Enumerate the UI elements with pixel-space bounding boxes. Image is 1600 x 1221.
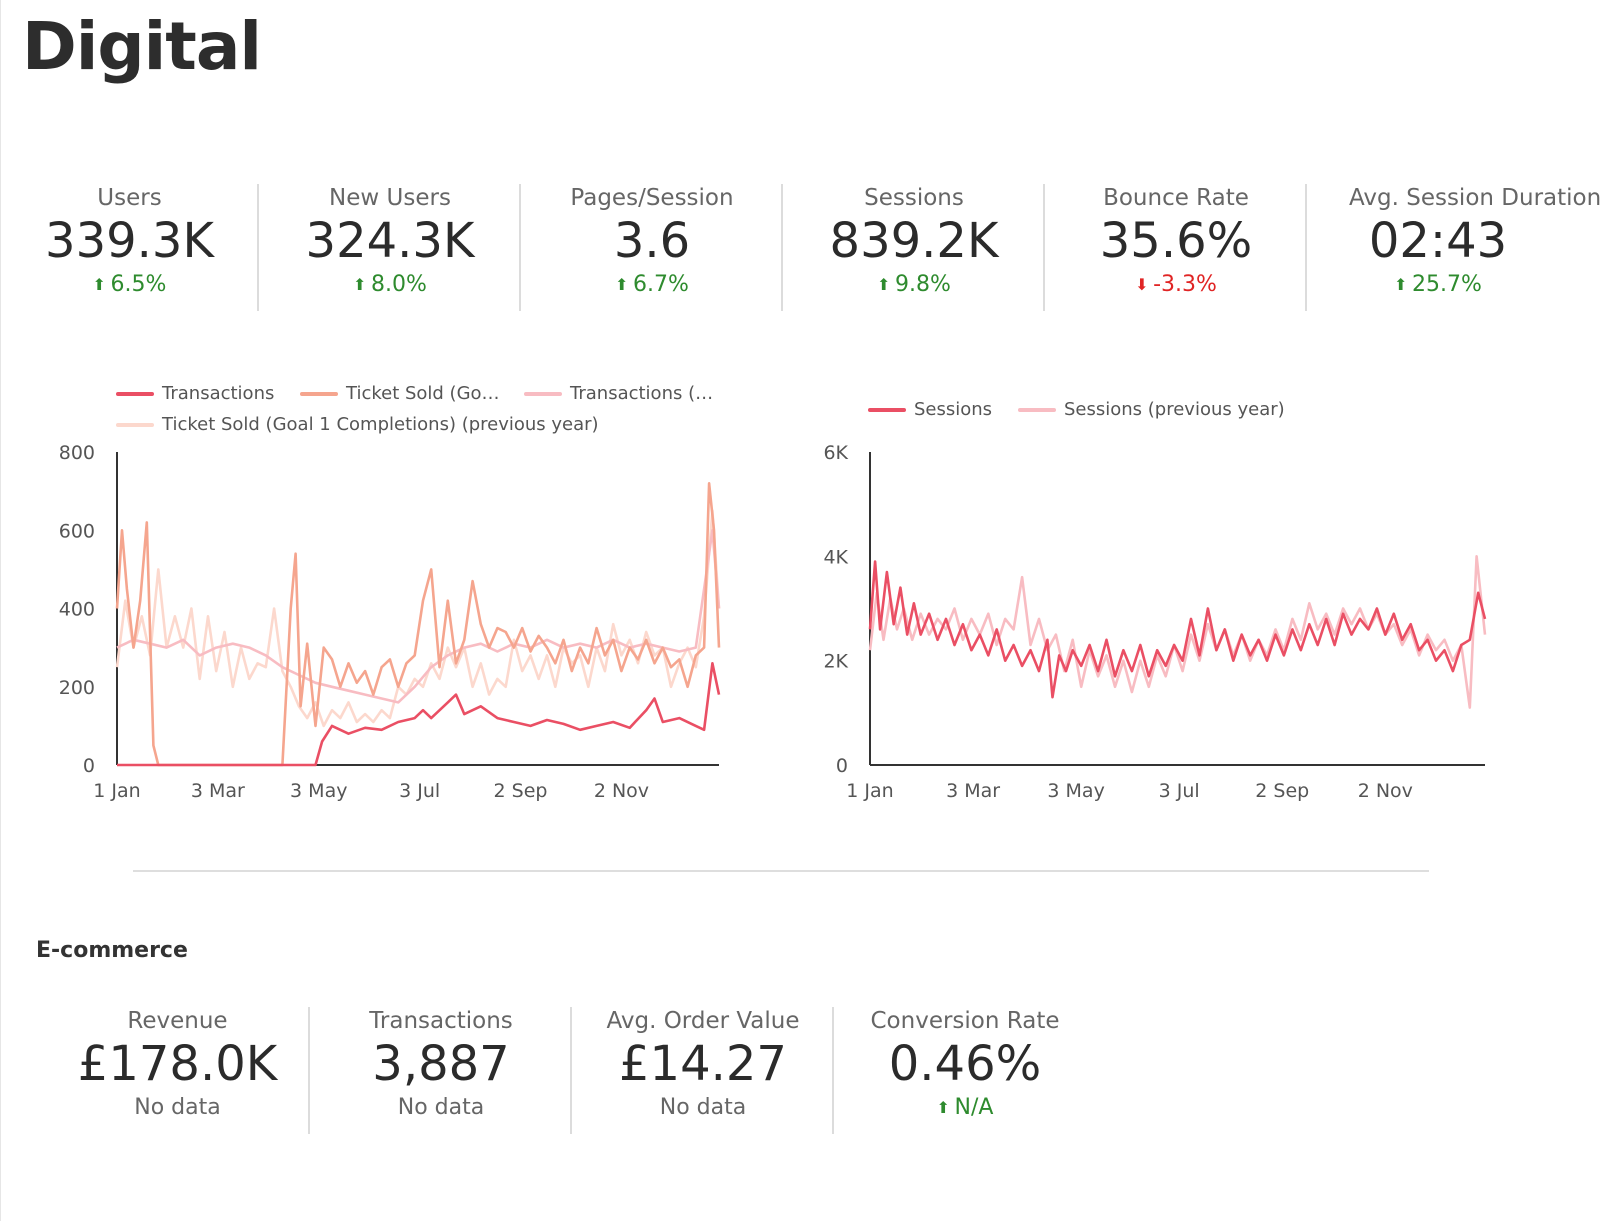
x-tick-label: 3 May [1047, 780, 1104, 802]
x-tick-label: 3 Mar [191, 780, 245, 802]
ecommerce-kpi-row: Revenue £178.0K No data Transactions 3,8… [45, 1007, 1096, 1134]
x-tick-label: 1 Jan [846, 780, 893, 802]
transactions-chart: 0 200 400 600 800 1 Jan 3 Mar 3 May 3 Jul 2 Sep 2 … [59, 442, 721, 802]
x-tick-label: 2 Nov [1358, 780, 1413, 802]
kpi-value: 02:43 [1368, 213, 1508, 269]
kpi-change: ⬆ 6.5% [0, 270, 259, 300]
legend-label: Sessions [914, 399, 993, 420]
series-line [117, 662, 721, 767]
kpi-label: Pages/Session [570, 185, 734, 211]
kpi-label: New Users [329, 185, 451, 211]
legend-item-sessions[interactable]: Sessions [868, 399, 992, 420]
kpi-label: Bounce Rate [1103, 185, 1249, 211]
kpi-revenue: Revenue £178.0K No data [45, 1007, 310, 1134]
arrow-up-icon: ⬆ [92, 275, 106, 294]
kpi-value: 3,887 [372, 1036, 510, 1092]
arrow-down-icon: ⬇ [1135, 275, 1149, 294]
kpi-label: Avg. Session Duration [1349, 185, 1600, 211]
kpi-value: 339.3K [45, 213, 214, 269]
chart-right-legend: Sessions Sessions (previous year) [0, 399, 1600, 429]
kpi-change-value: 25.7% [1412, 272, 1482, 297]
kpi-value: 0.46% [888, 1036, 1042, 1092]
x-tick-label: 2 Nov [594, 780, 649, 802]
legend-swatch [524, 392, 562, 396]
y-tick-label: 6K [823, 442, 848, 464]
arrow-up-icon: ⬆ [936, 1098, 950, 1117]
kpi-change-value: N/A [954, 1095, 994, 1120]
y-tick-label: 600 [59, 520, 95, 542]
kpi-change: ⬆ N/A [834, 1093, 1096, 1123]
arrow-up-icon: ⬆ [353, 275, 367, 294]
kpi-pages-per-session: Pages/Session 3.6 ⬆ 6.7% [521, 184, 783, 311]
y-tick-label: 400 [59, 599, 95, 621]
kpi-value: 839.2K [829, 213, 999, 269]
kpi-change: ⬇ -3.3% [1045, 270, 1307, 300]
kpi-sessions: Sessions 839.2K ⬆ 9.8% [783, 184, 1045, 311]
x-tick-label: 3 Jul [399, 780, 440, 802]
kpi-change: No data [659, 1095, 747, 1120]
x-tick-label: 1 Jan [93, 780, 140, 802]
series-line [115, 509, 721, 728]
y-tick-label: 2K [823, 651, 848, 673]
kpi-transactions: Transactions 3,887 No data [310, 1007, 572, 1134]
ecommerce-section-title: E-commerce [36, 938, 188, 963]
kpi-value: 3.6 [613, 213, 691, 269]
kpi-label: Avg. Order Value [606, 1008, 800, 1034]
legend-swatch [1018, 408, 1056, 412]
kpi-new-users: New Users 324.3K ⬆ 8.0% [259, 184, 521, 311]
kpi-change: No data [397, 1095, 485, 1120]
kpi-label: Conversion Rate [870, 1008, 1060, 1034]
arrow-up-icon: ⬆ [615, 275, 629, 294]
kpi-conversion-rate: Conversion Rate 0.46% ⬆ N/A [834, 1007, 1096, 1134]
x-tick-label: 3 Mar [946, 780, 1000, 802]
kpi-change: ⬆ 25.7% [1307, 270, 1569, 300]
kpi-avg-session-duration: Avg. Session Duration 02:43 ⬆ 25.7% [1307, 184, 1600, 311]
legend-label: Sessions (previous year) [1064, 399, 1285, 420]
kpi-change-value: 8.0% [371, 272, 427, 297]
x-tick-label: 3 May [290, 780, 347, 802]
sessions-chart: 0 2K 4K 6K 1 Jan 3 Mar 3 May 3 Jul 2 Sep 2 Nov [823, 442, 1487, 802]
legend-swatch [116, 392, 154, 396]
kpi-bounce-rate: Bounce Rate 35.6% ⬇ -3.3% [1045, 184, 1307, 311]
series-line [868, 555, 1487, 709]
kpi-change-value: -3.3% [1153, 272, 1217, 297]
arrow-up-icon: ⬆ [877, 275, 891, 294]
arrow-up-icon: ⬆ [1394, 275, 1408, 294]
x-tick-label: 2 Sep [1255, 780, 1309, 802]
x-tick-label: 2 Sep [494, 780, 548, 802]
kpi-change: ⬆ 8.0% [259, 270, 521, 300]
kpi-label: Users [97, 185, 162, 211]
section-divider [133, 870, 1429, 872]
series-line [868, 560, 1487, 699]
kpi-change-value: 6.5% [110, 272, 167, 297]
kpi-label: Transactions [369, 1008, 513, 1034]
kpi-value: 35.6% [1099, 213, 1253, 269]
kpi-users: Users 339.3K ⬆ 6.5% [0, 184, 259, 311]
legend-swatch [868, 408, 906, 412]
y-tick-label: 200 [59, 677, 95, 699]
y-tick-label: 0 [836, 755, 848, 777]
x-tick-label: 3 Jul [1159, 780, 1200, 802]
kpi-value: £178.0K [77, 1036, 278, 1092]
y-tick-label: 0 [83, 755, 95, 777]
page-title: Digital [22, 8, 262, 85]
kpi-change: ⬆ 6.7% [521, 270, 783, 300]
kpi-value: £14.27 [619, 1036, 787, 1092]
kpi-change: ⬆ 9.8% [783, 270, 1045, 300]
kpi-value: 324.3K [305, 213, 475, 269]
kpi-label: Sessions [864, 185, 964, 211]
y-tick-label: 4K [823, 546, 848, 568]
kpi-change-value: 9.8% [895, 272, 951, 297]
legend-swatch [300, 392, 338, 396]
kpi-change: No data [134, 1095, 221, 1120]
kpi-row: Users 339.3K ⬆ 6.5% New Users 324.3K ⬆ 8.0… [0, 184, 1600, 311]
legend-item-sessions-prev[interactable]: Sessions (previous year) [1018, 399, 1285, 420]
kpi-change-value: 6.7% [633, 272, 689, 297]
y-tick-label: 800 [59, 442, 95, 464]
kpi-avg-order-value: Avg. Order Value £14.27 No data [572, 1007, 834, 1134]
kpi-label: Revenue [127, 1008, 228, 1034]
